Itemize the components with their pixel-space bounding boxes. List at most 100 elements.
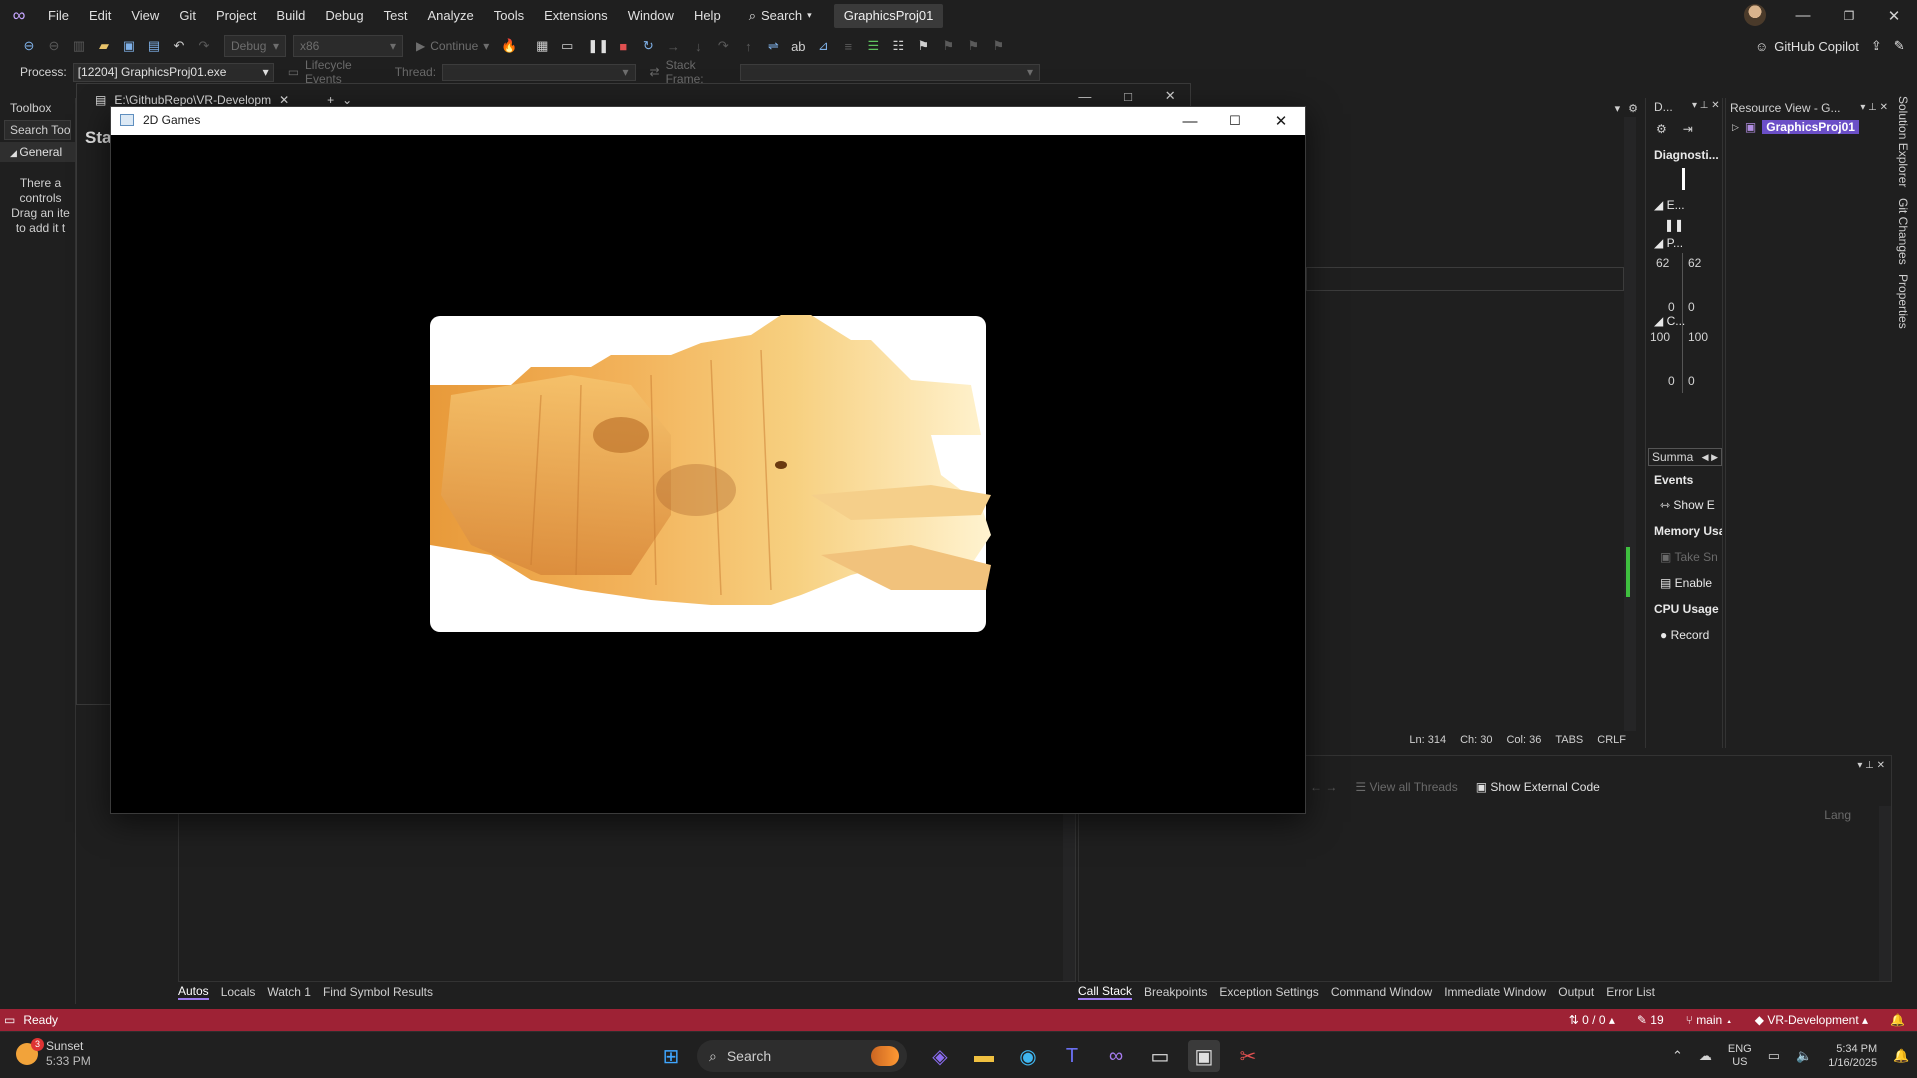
hot-reload-icon[interactable]: 🔥	[498, 35, 520, 57]
menu-item-extensions[interactable]: Extensions	[534, 0, 618, 31]
edits-indicator[interactable]: ✎ 19	[1637, 1013, 1664, 1027]
github-copilot-button[interactable]: ☺ GitHub Copilot ⇪ ✎	[1755, 33, 1905, 59]
notification-bell-icon[interactable]: 🔔	[1893, 1048, 1909, 1064]
share-icon[interactable]: ⇪	[1871, 38, 1882, 54]
tab-breakpoints[interactable]: Breakpoints	[1144, 985, 1207, 999]
bookmark-icon[interactable]: ⚑	[912, 35, 934, 57]
menu-item-test[interactable]: Test	[374, 0, 418, 31]
menu-item-edit[interactable]: Edit	[79, 0, 121, 31]
solution-configuration-dropdown[interactable]: Debug ▾	[224, 35, 286, 57]
events-section[interactable]: ◢ E...	[1654, 198, 1722, 212]
game-render-canvas[interactable]	[111, 135, 1305, 813]
maximize-icon[interactable]: □	[1124, 89, 1132, 104]
onedrive-icon[interactable]: ☁	[1699, 1048, 1712, 1064]
prev-bookmark-icon[interactable]: ⚑	[937, 35, 959, 57]
cpu-section[interactable]: ◢ C...	[1654, 314, 1722, 328]
minimize-icon[interactable]: —	[1078, 89, 1091, 104]
code-editor-area[interactable]	[1306, 117, 1636, 749]
menu-item-tools[interactable]: Tools	[484, 0, 534, 31]
restart-icon[interactable]: ↻	[637, 35, 659, 57]
indent-mode[interactable]: TABS	[1555, 734, 1583, 746]
navigate-back-icon[interactable]: ⊖	[18, 35, 40, 57]
volume-icon[interactable]: 🔈	[1796, 1048, 1812, 1064]
tab-exception-settings[interactable]: Exception Settings	[1219, 985, 1318, 999]
layout-icon[interactable]: ▭	[556, 35, 578, 57]
record-cpu-button[interactable]: ● Record	[1660, 628, 1728, 642]
file-explorer-icon[interactable]: ▬	[968, 1040, 1000, 1072]
resource-tree-root[interactable]: ▷ ▣ GraphicsProj01	[1732, 120, 1859, 134]
stack-frame-dropdown[interactable]: ▾	[740, 63, 1040, 81]
notifications-icon[interactable]: 🔔	[1890, 1013, 1905, 1027]
process-dropdown[interactable]: [12204] GraphicsProj01.exe ▾	[72, 62, 274, 82]
tab-autos[interactable]: Autos	[178, 984, 209, 1000]
search-menu[interactable]: ⌕ Search ▾	[741, 4, 820, 28]
chevron-down-icon[interactable]: ⌄	[342, 93, 352, 107]
menu-item-debug[interactable]: Debug	[315, 0, 373, 31]
nav-arrows-icon[interactable]: ← →	[1310, 780, 1337, 794]
new-tab-icon[interactable]: +	[327, 93, 334, 107]
menu-item-project[interactable]: Project	[206, 0, 266, 31]
undo-icon[interactable]: ↶	[168, 35, 190, 57]
step-into-icon[interactable]: ↓	[687, 35, 709, 57]
vertical-scrollbar[interactable]	[1063, 811, 1075, 981]
start-button-icon[interactable]: ⊞	[655, 1040, 687, 1072]
spell-check-icon[interactable]: ab	[787, 35, 809, 57]
restore-button[interactable]: ❐	[1826, 0, 1872, 31]
expand-arrow-icon[interactable]: ▷	[1732, 122, 1739, 133]
thread-dropdown[interactable]: ▾	[442, 63, 636, 81]
vertical-scrollbar[interactable]	[1624, 117, 1636, 731]
taskbar-search-box[interactable]: ⌕ Search	[697, 1040, 907, 1072]
step-out-icon[interactable]: ↑	[737, 35, 759, 57]
close-button[interactable]: ✕	[1871, 0, 1917, 31]
editor-find-box[interactable]	[1306, 267, 1624, 291]
show-next-statement-icon[interactable]: →	[662, 35, 684, 57]
tab-immediate-window[interactable]: Immediate Window	[1444, 985, 1546, 999]
edge-browser-icon[interactable]: ◉	[1012, 1040, 1044, 1072]
weather-widget[interactable]: 3 Sunset 5:33 PM	[16, 1038, 91, 1069]
line-ending[interactable]: CRLF	[1597, 734, 1626, 746]
continue-button[interactable]: ▶ Continue ▾	[416, 39, 489, 53]
show-hidden-icons-icon[interactable]: ⌃	[1672, 1048, 1683, 1064]
enable-heap-button[interactable]: ▤ Enable	[1660, 576, 1728, 590]
tab-locals[interactable]: Locals	[221, 985, 256, 999]
changes-indicator[interactable]: ⇅ 0 / 0 ▴	[1569, 1013, 1615, 1027]
teams-icon[interactable]: T	[1056, 1040, 1088, 1072]
tab-call-stack[interactable]: Call Stack	[1078, 984, 1133, 1000]
tab-git-changes[interactable]: Git Changes	[1896, 198, 1910, 265]
visual-studio-app-icon[interactable]: ∞	[1100, 1040, 1132, 1072]
game-close-button[interactable]: ✕	[1258, 107, 1304, 135]
pause-icon[interactable]: ❚❚	[1664, 218, 1732, 232]
tab-find-symbol-results[interactable]: Find Symbol Results	[323, 985, 433, 999]
show-events-button[interactable]: ⇿ Show E	[1660, 498, 1728, 512]
panel-controls-icons[interactable]: ▾ ⊥ ✕	[1860, 98, 1888, 118]
indent-icon[interactable]: ≡	[837, 35, 859, 57]
menu-item-file[interactable]: File	[38, 0, 79, 31]
minimize-button[interactable]: —	[1780, 0, 1826, 31]
output-icon[interactable]: ▭	[4, 1013, 15, 1027]
menu-item-window[interactable]: Window	[618, 0, 684, 31]
snipping-tool-icon[interactable]: ✂	[1232, 1040, 1264, 1072]
tab-output[interactable]: Output	[1558, 985, 1594, 999]
chevron-down-icon[interactable]: ▾	[1615, 102, 1621, 115]
break-all-icon[interactable]: ❚❚	[587, 35, 609, 57]
solution-platform-dropdown[interactable]: x86 ▾	[293, 35, 403, 57]
pin-and-close-icons[interactable]: ▾ ⊥ ✕	[1692, 100, 1720, 111]
close-tab-icon[interactable]: ✕	[279, 93, 289, 107]
feedback-icon[interactable]: ✎	[1894, 38, 1905, 54]
column-header-language[interactable]: Lang	[1824, 808, 1851, 822]
open-file-icon[interactable]: ▰	[93, 35, 115, 57]
save-icon[interactable]: ▣	[118, 35, 140, 57]
format-icon[interactable]: ⊿	[812, 35, 834, 57]
toolbox-group-general[interactable]: ◢ General	[0, 142, 75, 162]
project-name-badge[interactable]: GraphicsProj01	[833, 3, 944, 28]
diagnostics-icon[interactable]: ▦	[531, 35, 553, 57]
navigate-forward-icon[interactable]: ⊖	[43, 35, 65, 57]
thread-icon[interactable]: ⇌	[762, 35, 784, 57]
copilot-app-icon[interactable]: ◈	[924, 1040, 956, 1072]
branch-selector[interactable]: ⑂ main ▴	[1686, 1013, 1733, 1027]
show-external-code-button[interactable]: ▣ Show External Code	[1476, 780, 1600, 794]
language-indicator[interactable]: ENG US	[1728, 1043, 1752, 1069]
view-threads-button[interactable]: ☰ View all Threads	[1355, 780, 1457, 794]
vertical-scrollbar[interactable]	[1879, 806, 1891, 981]
summary-tab[interactable]: Summa ◀ ▶	[1648, 448, 1722, 466]
